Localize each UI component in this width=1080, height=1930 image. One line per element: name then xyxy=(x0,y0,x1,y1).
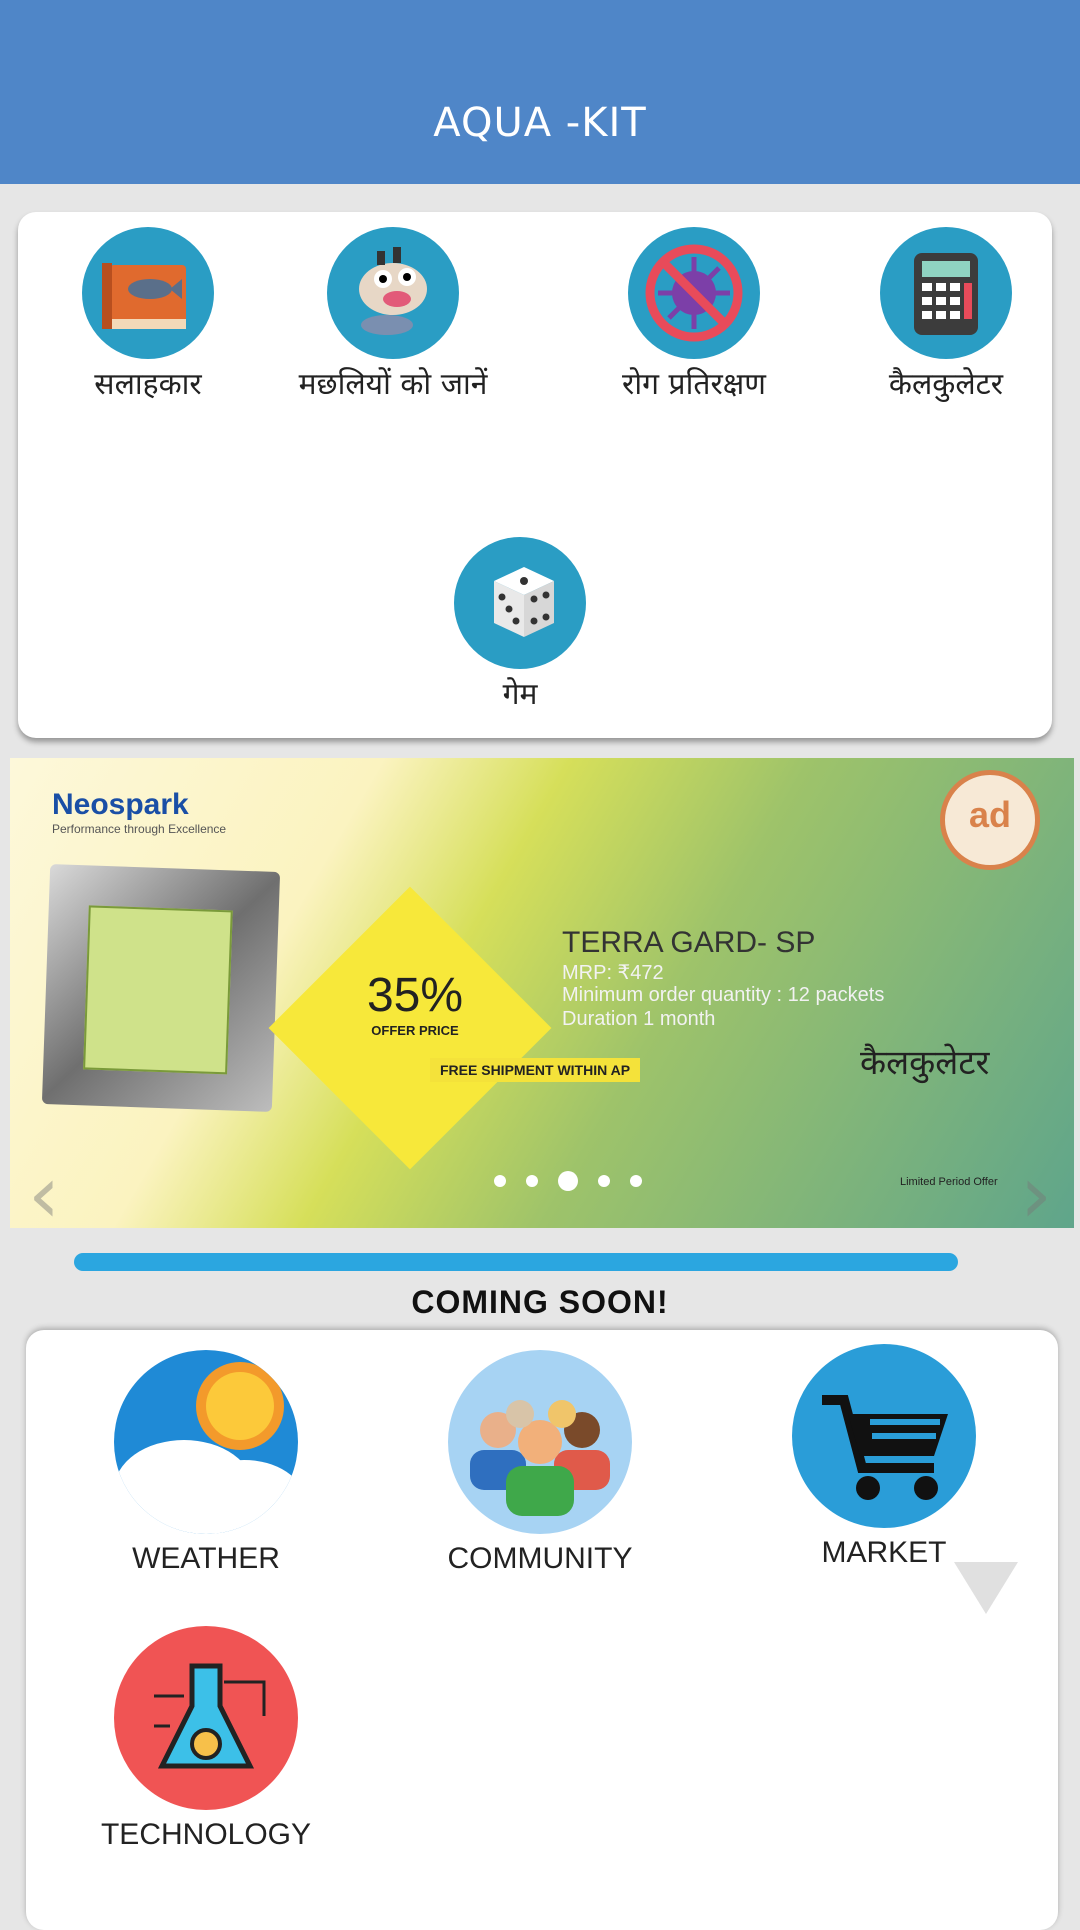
fish-cartoon-icon xyxy=(327,227,459,359)
product-mrp: MRP: ₹472 xyxy=(562,962,664,984)
feature-calculator[interactable]: कैलकुलेटर xyxy=(836,227,1056,405)
calculator-icon xyxy=(880,227,1012,359)
chevron-right-icon[interactable]: › xyxy=(1020,1148,1052,1228)
service-weather[interactable]: WEATHER xyxy=(76,1350,336,1576)
service-technology-label: TECHNOLOGY xyxy=(100,1818,312,1851)
feature-disease-immunity[interactable]: रोग प्रतिरक्षण xyxy=(584,227,804,405)
discount-value: 35% xyxy=(366,969,464,1022)
shopping-cart-icon xyxy=(792,1344,976,1528)
service-community-label: COMMUNITY xyxy=(447,1542,633,1575)
scroll-down-icon[interactable] xyxy=(954,1562,1018,1614)
carousel-dot-active[interactable] xyxy=(558,1170,578,1191)
app-bar: AQUA -KIT xyxy=(0,0,1080,184)
brand-tagline: Performance through Excellence xyxy=(52,822,227,836)
banner-overlay-label: कैलकुलेटर xyxy=(860,1043,990,1083)
carousel-indicators xyxy=(484,1170,652,1191)
chevron-left-icon[interactable]: ‹ xyxy=(28,1148,60,1228)
service-community[interactable]: COMMUNITY xyxy=(410,1350,670,1576)
product-name: TERRA GARD- SP xyxy=(562,926,816,959)
limited-offer-note: Limited Period Offer xyxy=(900,1176,998,1188)
product-packet-image xyxy=(41,864,281,1112)
feature-advisor[interactable]: सलाहकार xyxy=(38,227,258,405)
discount-caption: OFFER PRICE xyxy=(371,1023,459,1038)
feature-know-fish[interactable]: मछलियों को जानें xyxy=(283,227,503,405)
feature-disease-immunity-label: रोग प्रतिरक्षण xyxy=(622,367,766,402)
no-virus-icon xyxy=(628,227,760,359)
service-weather-label: WEATHER xyxy=(132,1542,280,1575)
shipping-note: FREE SHIPMENT WITHIN AP xyxy=(430,1058,641,1082)
feature-know-fish-label: मछलियों को जानें xyxy=(298,367,488,402)
app-title: AQUA -KIT xyxy=(433,100,647,146)
carousel-dot[interactable] xyxy=(526,1174,538,1187)
progress-bar xyxy=(74,1253,958,1271)
feature-calculator-label: कैलकुलेटर xyxy=(888,367,1004,402)
services-card: WEATHER COMMUNITY MARKET TECHNOLOGY xyxy=(26,1330,1058,1930)
features-card: सलाहकार मछलियों को जानें रोग प्रतिरक्षण … xyxy=(18,212,1052,738)
carousel-dot[interactable] xyxy=(598,1174,610,1187)
community-people-icon xyxy=(448,1350,632,1534)
coming-soon-heading: COMING SOON! xyxy=(411,1284,669,1320)
carousel-dot[interactable] xyxy=(494,1174,506,1187)
weather-sun-cloud-icon xyxy=(114,1350,298,1534)
brand-name: Neospark xyxy=(52,788,189,821)
ad-badge: ad xyxy=(940,770,1040,870)
promo-banner-carousel[interactable]: Neospark Performance through Excellence … xyxy=(10,758,1074,1228)
product-duration: Duration 1 month xyxy=(562,1008,716,1030)
brand-logo: Neospark Performance through Excellence xyxy=(52,788,226,836)
service-technology[interactable]: TECHNOLOGY xyxy=(76,1626,336,1852)
product-min-order: Minimum order quantity : 12 packets xyxy=(562,984,885,1006)
flask-gear-icon xyxy=(114,1626,298,1810)
feature-game[interactable]: गेम xyxy=(410,537,630,715)
carousel-dot[interactable] xyxy=(630,1174,642,1187)
dice-icon xyxy=(454,537,586,669)
feature-game-label: गेम xyxy=(502,677,538,712)
feature-advisor-label: सलाहकार xyxy=(94,367,202,402)
service-market[interactable]: MARKET xyxy=(754,1344,1014,1570)
book-fish-icon xyxy=(82,227,214,359)
